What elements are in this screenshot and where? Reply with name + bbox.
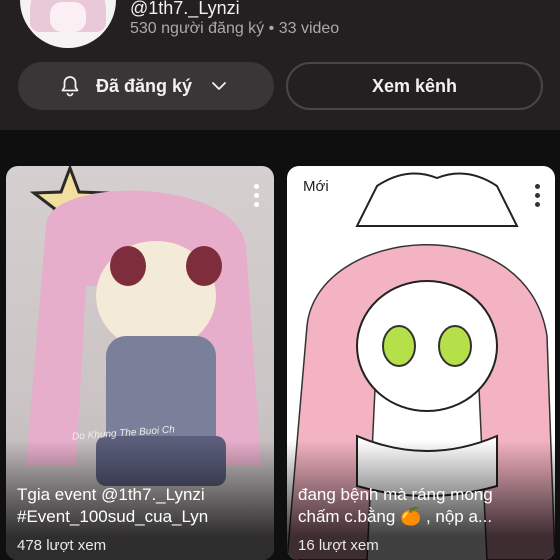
- more-vert-icon[interactable]: [535, 184, 541, 208]
- view-channel-label: Xem kênh: [371, 75, 458, 96]
- avatar-face: [50, 2, 86, 32]
- channel-header: @1th7._Lynzi 530 người đăng ký • 33 vide…: [0, 0, 560, 130]
- eye-right: [186, 246, 222, 286]
- more-vert-icon[interactable]: [254, 184, 260, 208]
- video-title-line: #Event_100sud_cua_Lyn: [17, 507, 209, 526]
- video-title-line: Tgia event @1th7._Lynzi: [17, 485, 205, 504]
- view-count: 478 lượt xem: [17, 537, 107, 554]
- video-card[interactable]: Mới đang bệnh mà ráng mong chấm c.bằng 🍊…: [287, 166, 555, 560]
- view-channel-button[interactable]: Xem kênh: [286, 62, 543, 110]
- face-shape: [356, 280, 498, 412]
- video-title-line: đang bệnh mà ráng mong: [298, 485, 493, 504]
- channel-handle: @1th7._Lynzi: [130, 0, 240, 18]
- video-card[interactable]: Do Khung The Buoi Ch Tgia event @1th7._L…: [6, 166, 274, 560]
- bell-icon: [61, 76, 79, 97]
- subscribed-button[interactable]: Đã đăng ký: [18, 62, 274, 110]
- channel-avatar[interactable]: [20, 0, 116, 48]
- eye-left: [110, 246, 146, 286]
- maid-headband: [355, 172, 519, 227]
- video-title: Tgia event @1th7._Lynzi #Event_100sud_cu…: [17, 484, 267, 528]
- meta-separator: •: [268, 20, 275, 37]
- eye-right: [438, 325, 472, 367]
- subscribed-label: Đã đăng ký: [96, 75, 193, 96]
- view-count: 16 lượt xem: [298, 537, 379, 554]
- video-title: đang bệnh mà ráng mong chấm c.bằng 🍊 , n…: [298, 484, 548, 528]
- channel-meta: 530 người đăng ký • 33 video: [130, 20, 339, 38]
- video-title-line: chấm c.bằng 🍊 , nộp a...: [298, 507, 493, 526]
- subscriber-count: 530 người đăng ký: [130, 20, 265, 37]
- eye-left: [382, 325, 416, 367]
- video-count: 33 video: [278, 20, 340, 37]
- new-badge: Mới: [303, 178, 329, 195]
- chevron-down-icon: [212, 82, 226, 90]
